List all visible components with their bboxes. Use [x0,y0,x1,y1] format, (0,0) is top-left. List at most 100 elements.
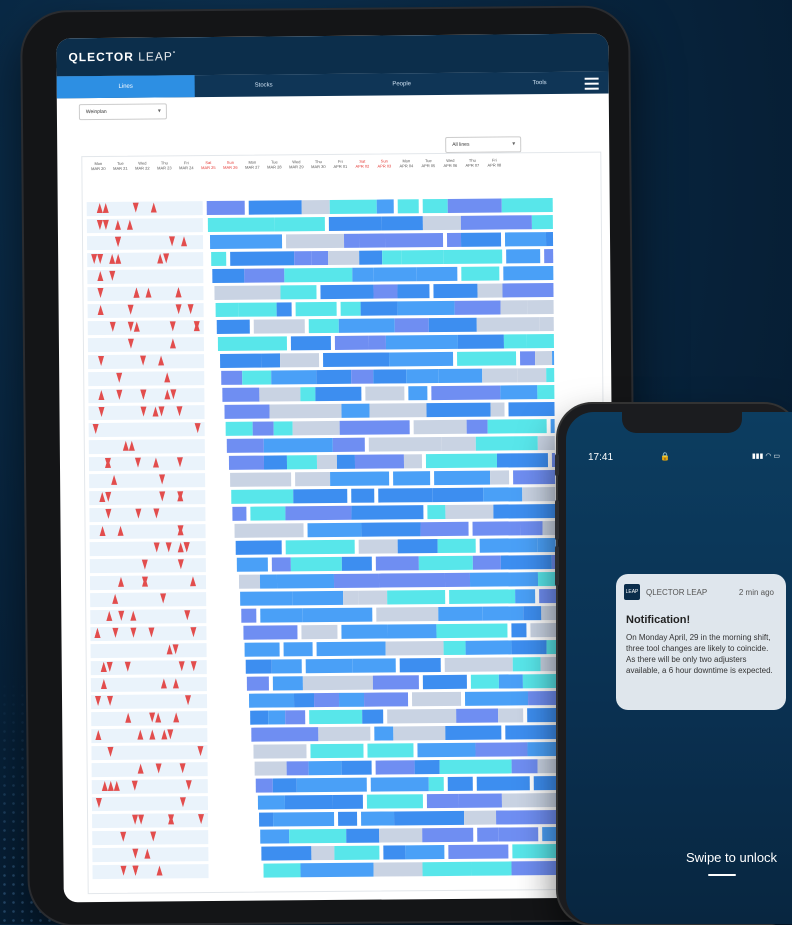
production-bar[interactable] [374,726,394,741]
production-bar[interactable] [261,846,312,861]
production-bar[interactable] [250,710,269,725]
production-bar[interactable] [259,387,301,402]
production-bar[interactable] [206,200,245,216]
production-bar[interactable] [300,862,374,878]
production-bar[interactable] [257,795,285,810]
production-bar[interactable] [388,351,453,367]
production-bar[interactable] [208,217,276,233]
production-bar[interactable] [366,794,423,809]
production-bar[interactable] [241,608,257,623]
production-bar[interactable] [279,353,319,368]
production-bar[interactable] [397,199,419,214]
production-bar[interactable] [487,419,547,434]
production-bar[interactable] [441,436,477,452]
production-bar[interactable] [295,301,337,317]
production-bar[interactable] [428,317,477,333]
production-bar[interactable] [438,368,483,384]
production-bar[interactable] [432,283,478,299]
production-bar[interactable] [422,861,472,877]
production-bar[interactable] [238,574,260,589]
production-bar[interactable] [445,725,502,740]
production-bar[interactable] [218,336,288,351]
production-bar[interactable] [504,334,528,349]
production-bar[interactable] [341,760,372,775]
production-bar[interactable] [310,743,364,759]
production-bar[interactable] [501,283,554,298]
production-bar[interactable] [303,675,374,691]
production-bar[interactable] [508,402,555,417]
production-bar[interactable] [397,300,455,316]
production-bar[interactable] [358,233,385,248]
plan-select[interactable]: Weinplan ▾ [78,103,167,121]
production-bar[interactable] [514,589,536,604]
production-bar[interactable] [230,251,295,266]
production-bar[interactable] [489,470,509,485]
production-bar[interactable] [346,828,380,843]
production-bar[interactable] [420,521,469,537]
production-bar[interactable] [406,369,439,384]
production-bar[interactable] [273,676,304,691]
production-bar[interactable] [466,419,488,434]
production-bar[interactable] [373,369,407,384]
production-bar[interactable] [300,624,338,640]
production-bar[interactable] [253,319,305,334]
production-bar[interactable] [426,793,459,809]
production-bar[interactable] [245,659,272,674]
production-bar[interactable] [393,810,464,826]
production-bar[interactable] [422,198,448,214]
production-bar[interactable] [248,693,294,708]
production-bar[interactable] [238,302,277,317]
production-bar[interactable] [311,251,329,266]
production-bar[interactable] [417,742,476,758]
production-bar[interactable] [517,368,547,383]
production-bar[interactable] [541,606,557,621]
production-bar[interactable] [368,437,443,452]
production-bar[interactable] [386,589,446,605]
production-bar[interactable] [260,353,280,368]
production-bar[interactable] [454,300,501,315]
production-bar[interactable] [405,845,445,860]
production-bar[interactable] [482,368,518,383]
production-bar[interactable] [328,250,360,265]
production-bar[interactable] [433,470,490,486]
production-bar[interactable] [308,760,342,776]
production-bar[interactable] [527,300,554,315]
production-bar[interactable] [534,351,552,366]
production-bar[interactable] [375,760,415,775]
production-bar[interactable] [307,522,362,538]
production-bar[interactable] [373,675,420,690]
production-bar[interactable] [495,810,559,825]
production-bar[interactable] [382,250,402,265]
production-bar[interactable] [319,284,374,300]
production-bar[interactable] [316,369,352,385]
production-bar[interactable] [511,861,557,876]
production-bar[interactable] [269,403,342,419]
production-bar[interactable] [542,827,559,842]
production-bar[interactable] [445,504,494,519]
production-bar[interactable] [285,233,344,249]
production-bar[interactable] [447,198,502,213]
production-bar[interactable] [273,421,293,436]
production-bar[interactable] [226,438,265,453]
production-bar[interactable] [343,233,359,248]
production-bar[interactable] [263,863,301,878]
tab-people[interactable]: People [333,73,471,96]
production-bar[interactable] [427,504,446,520]
production-bar[interactable] [338,692,364,707]
production-bar[interactable] [422,827,474,843]
production-bar[interactable] [435,623,508,639]
production-bar[interactable] [225,421,253,436]
production-bar[interactable] [443,249,503,264]
production-bar[interactable] [271,659,302,674]
production-bar[interactable] [493,504,556,519]
production-bar[interactable] [382,216,424,231]
production-bar[interactable] [253,744,307,759]
production-bar[interactable] [540,657,557,672]
production-bar[interactable] [335,335,370,350]
production-bar[interactable] [309,709,363,725]
production-bar[interactable] [529,623,557,638]
production-bar[interactable] [351,488,375,503]
production-bar[interactable] [476,283,503,298]
production-bar[interactable] [500,385,538,400]
production-bar[interactable] [460,232,501,247]
